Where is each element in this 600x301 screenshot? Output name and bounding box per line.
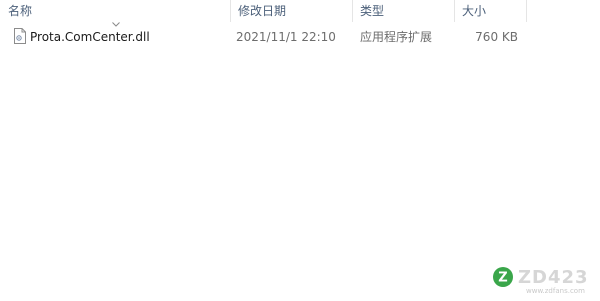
dll-file-icon [14,28,26,44]
watermark: Z ZD423 www.zdfans.com [492,265,596,297]
column-header-name-label: 名称 [8,4,33,18]
file-name: Prota.ComCenter.dll [30,30,150,44]
watermark-url: www.zdfans.com [526,287,585,295]
svg-text:Z: Z [498,271,507,286]
column-header-bar: 名称 修改日期 类型 大小 [0,0,600,22]
watermark-logo-icon: Z [493,267,513,287]
file-modified: 2021/11/1 22:10 [236,30,336,44]
watermark-brand: ZD423 [518,267,589,288]
column-divider[interactable] [526,0,527,22]
file-row[interactable]: Prota.ComCenter.dll 2021/11/1 22:10 应用程序… [0,26,530,48]
column-header-type-label: 类型 [360,4,385,18]
file-size: 760 KB [475,30,518,44]
column-header-modified[interactable]: 修改日期 [230,0,352,22]
column-header-name[interactable]: 名称 [0,0,230,22]
file-type: 应用程序扩展 [360,30,433,44]
column-header-size[interactable]: 大小 [454,0,526,22]
column-header-modified-label: 修改日期 [238,4,287,18]
column-header-type[interactable]: 类型 [352,0,454,22]
column-header-size-label: 大小 [462,4,487,18]
